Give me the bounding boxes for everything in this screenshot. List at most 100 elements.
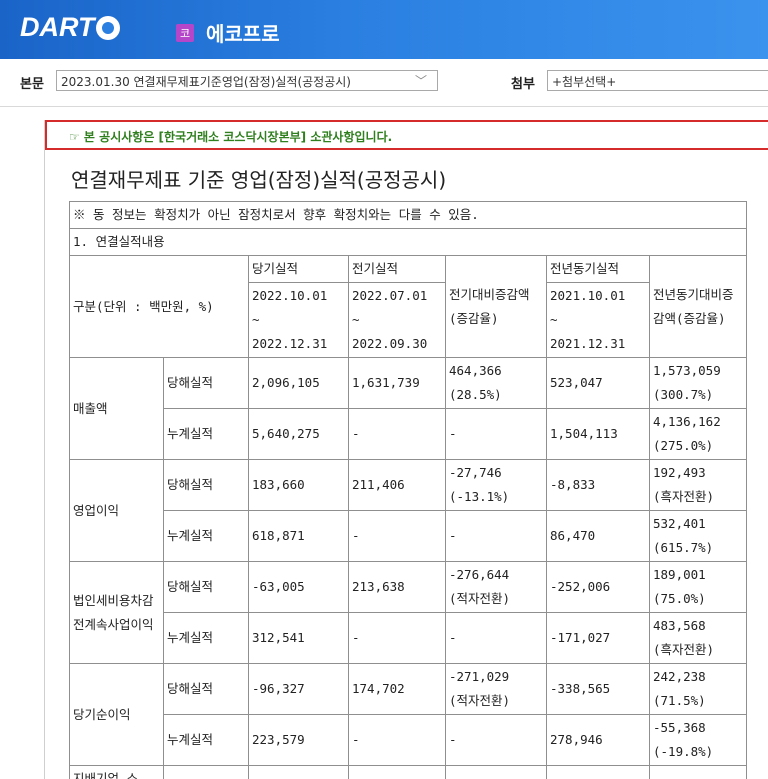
attachment-select-value: +첨부선택+	[552, 75, 617, 89]
attachment-select[interactable]: +첨부선택+	[547, 70, 768, 91]
yoy-value	[546, 765, 650, 779]
yoy-change-value: -55,368 (-19.8%)	[648, 714, 748, 766]
current-value: -96,327	[248, 663, 349, 715]
table-row: 누계실적 223,579 - - 278,946 -55,368 (-19.8%)	[70, 714, 748, 766]
previous-value: 211,406	[348, 459, 446, 511]
table-row: 당기순이익 당해실적 -96,327 174,702 -271,029 (적자전환…	[69, 663, 748, 766]
qoq-value	[445, 765, 547, 779]
group-name: 영업이익	[69, 459, 164, 562]
qoq-value: 464,366 (28.5%)	[445, 357, 547, 409]
previous-value: -	[348, 510, 446, 562]
yoy-change-rate: (흑자전환)	[653, 642, 715, 657]
previous-value	[348, 765, 446, 779]
main-document-label: 본문	[20, 77, 44, 92]
yoy-value: 278,946	[546, 714, 650, 766]
document-page: ☞ 본 공시사항은 [한국거래소 코스닥시장본부] 소관사항입니다. 연결재무제…	[44, 120, 768, 779]
section-cell: 1. 연결실적내용	[68, 228, 748, 256]
chevron-down-icon: ﹀	[414, 74, 427, 88]
yoy-change-amount: -55,368	[653, 720, 706, 735]
yoy-change-value: 242,238 (71.5%)	[648, 663, 748, 715]
yoy-change-rate: (-19.8%)	[653, 744, 714, 759]
table-row: 지배기업 소	[69, 765, 748, 779]
yoy-change-amount: 4,136,162	[653, 414, 721, 429]
row-type: 누계실적	[163, 510, 249, 562]
yoy-period-end: 2021.12.31	[550, 336, 626, 351]
qoq-amount: 464,366	[449, 363, 502, 378]
note-row: ※ 동 정보는 확정치가 아닌 잠정치로서 향후 확정치와는 다를 수 있음.	[68, 201, 748, 229]
previous-value: -	[348, 714, 446, 766]
dart-logo[interactable]: DART	[20, 12, 120, 42]
yoy-change-amount: 242,238	[653, 669, 706, 684]
qoq-rate: (적자전환)	[449, 591, 511, 606]
previous-period-sep: ~	[352, 312, 360, 327]
table-row: 누계실적 312,541 - - -171,027 483,568 (흑자전환)	[70, 612, 748, 664]
table-row: 매출액 당해실적 2,096,105 1,631,739 464,366 (28.…	[69, 357, 748, 460]
category-header: 구분(단위 : 백만원, %)	[69, 255, 249, 358]
qoq-rate: (적자전환)	[449, 693, 511, 708]
qoq-amount: -271,029	[449, 669, 510, 684]
previous-value: 174,702	[348, 663, 446, 715]
current-period-start: 2022.10.01	[252, 288, 328, 303]
yoy-change-value: 532,401 (615.7%)	[648, 510, 748, 562]
notice-box: ☞ 본 공시사항은 [한국거래소 코스닥시장본부] 소관사항입니다.	[45, 120, 768, 150]
current-value: 618,871	[248, 510, 349, 562]
logo-circle-icon	[95, 16, 120, 40]
section-row: 1. 연결실적내용	[68, 228, 748, 256]
row-type: 당해실적	[163, 663, 249, 715]
previous-value: 213,638	[348, 561, 446, 613]
yoy-change-value: 483,568 (흑자전환)	[648, 612, 748, 664]
yoy-period-start: 2021.10.01	[550, 288, 626, 303]
notice-text: ☞ 본 공시사항은 [한국거래소 코스닥시장본부] 소관사항입니다.	[69, 130, 393, 144]
qoq-value: -	[445, 510, 547, 562]
yoy-change-rate: (300.7%)	[653, 387, 714, 402]
yoy-change-amount: 1,573,059	[653, 363, 721, 378]
yoy-value: 86,470	[546, 510, 650, 562]
yoy-value: -8,833	[546, 459, 650, 511]
previous-value: 1,631,739	[348, 357, 446, 409]
current-period-end: 2022.12.31	[252, 336, 328, 351]
company-name[interactable]: 에코프로	[206, 18, 280, 47]
row-type: 누계실적	[163, 612, 249, 664]
top-header: DART 코 에코프로	[0, 0, 768, 59]
group-name: 매출액	[69, 357, 164, 460]
yoy-change-value: 1,573,059 (300.7%)	[648, 357, 748, 409]
main-document-select-value: 2023.01.30 연결재무제표기준영업(잠정)실적(공정공시)	[61, 75, 351, 89]
previous-period-cell: 2022.07.01 ~2022.09.30	[348, 282, 446, 358]
previous-period-start: 2022.07.01	[352, 288, 428, 303]
yoy-value: -252,006	[546, 561, 650, 613]
previous-period-end: 2022.09.30	[352, 336, 428, 351]
company-header: 코 에코프로	[176, 18, 280, 47]
main-document-select[interactable]: 2023.01.30 연결재무제표기준영업(잠정)실적(공정공시) ﹀	[56, 70, 438, 91]
row-type	[163, 765, 249, 779]
current-period-cell: 2022.10.01 ~2022.12.31	[248, 282, 349, 358]
yoy-change-amount: 192,493	[653, 465, 706, 480]
previous-header: 전기실적	[348, 255, 446, 283]
yoy-change-value	[648, 765, 748, 779]
qoq-value: -	[445, 408, 547, 460]
yoy-header: 전년동기실적	[546, 255, 650, 283]
yoy-change-amount: 189,001	[653, 567, 706, 582]
current-value: 183,660	[248, 459, 349, 511]
qoq-value: -27,746 (-13.1%)	[445, 459, 547, 511]
group-name: 당기순이익	[69, 663, 164, 766]
qoq-value: -276,644 (적자전환)	[445, 561, 547, 613]
qoq-amount: -27,746	[449, 465, 502, 480]
qoq-value: -	[445, 714, 547, 766]
document-viewport[interactable]: ☞ 본 공시사항은 [한국거래소 코스닥시장본부] 소관사항입니다. 연결재무제…	[0, 106, 768, 779]
attachment-label: 첨부	[511, 77, 535, 92]
yoy-change-rate: (71.5%)	[653, 693, 706, 708]
yoy-period-sep: ~	[550, 312, 558, 327]
previous-value: -	[348, 408, 446, 460]
yoy-change-value: 4,136,162 (275.0%)	[648, 408, 748, 460]
qoq-value: -	[445, 612, 547, 664]
results-table: ※ 동 정보는 확정치가 아닌 잠정치로서 향후 확정치와는 다를 수 있음. …	[68, 201, 748, 779]
qoq-value: -271,029 (적자전환)	[445, 663, 547, 715]
note-cell: ※ 동 정보는 확정치가 아닌 잠정치로서 향후 확정치와는 다를 수 있음.	[68, 201, 748, 229]
row-type: 누계실적	[163, 408, 249, 460]
yoy-value: 1,504,113	[546, 408, 650, 460]
yoy-period-cell: 2021.10.01 ~2021.12.31	[546, 282, 650, 358]
yoy-change-rate: (615.7%)	[653, 540, 714, 555]
current-value	[248, 765, 349, 779]
group-name: 지배기업 소	[69, 765, 164, 779]
current-value: 5,640,275	[248, 408, 349, 460]
